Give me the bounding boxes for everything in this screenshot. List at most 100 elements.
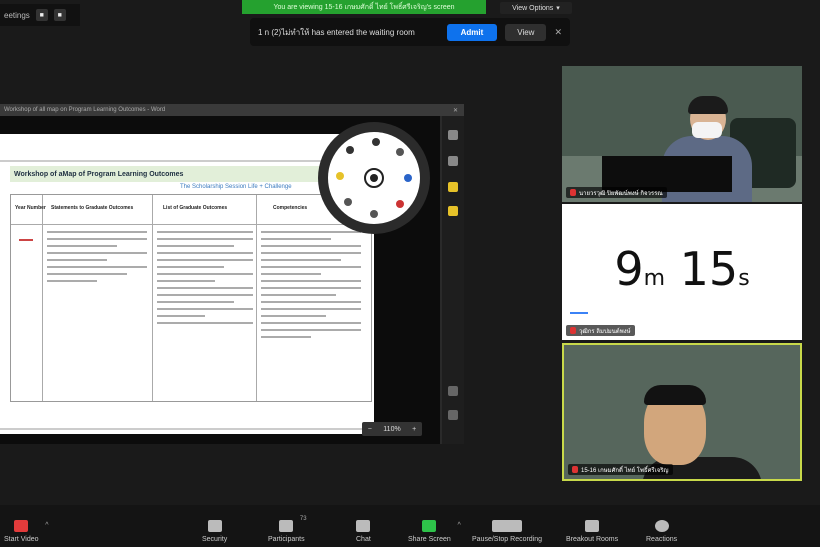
timer-seconds-unit: s [738,266,750,291]
window-close-icon: ✕ [452,107,458,114]
table-header-cell: Statements to Graduate Outcomes [51,205,134,211]
table-text-block [47,231,147,287]
security-label: Security [202,536,228,543]
table-header-cell: Year Number [15,205,46,211]
participants-button[interactable]: Participants 73 [268,516,307,543]
color-icon[interactable] [448,206,458,216]
chat-button[interactable]: Chat [356,520,371,543]
participant-name: นายวรวุฒิ ปิยพัฒน์พงษ์ กิจวรรณ [579,190,663,197]
chat-label: Chat [356,536,371,543]
timer-minutes-unit: m [643,266,666,291]
meeting-toolbar: Start Video ^ Security Participants 73 C… [0,505,820,547]
participant-hair [688,96,728,114]
participant-mask [692,122,722,138]
meeting-info-label: eetings [4,10,30,20]
participant-name: วุฒิกร ลิมปมนต์พงษ์ [579,328,631,335]
share-screen-label: Share Screen [408,536,451,543]
sticky-note-icon[interactable] [336,172,344,180]
share-screen-icon [422,520,437,532]
reaction-icon [654,520,669,532]
table-red-mark [19,239,33,241]
waiting-room-message: 1 n (2)ไม่ทำให้ has entered the waiting … [258,27,415,37]
view-button[interactable]: View [505,23,547,41]
share-screen-button[interactable]: Share Screen ^ [408,520,461,543]
shared-window-titlebar: Workshop of all map on Program Learning … [0,104,464,116]
color-icon[interactable] [404,174,412,182]
chat-icon [356,520,371,532]
waiting-room-notification: 1 n (2)ไม่ทำให้ has entered the waiting … [250,18,570,46]
video-camera-off-icon [14,520,29,532]
document-subheading: The Scholarship Session Life + Challenge [180,184,292,190]
countdown-timer: 9m 15s [562,242,802,296]
grid-icon[interactable]: ■ [35,9,48,21]
grid-icon [585,520,600,532]
pen-icon[interactable] [346,146,354,154]
participant-name: 15-16 เกษมศักดิ์ ไทย์ โพธิ์ศรีเจริญ [581,467,669,474]
zoom-level: 110% [383,425,401,433]
muted-mic-icon [570,327,576,334]
page-divider [0,428,374,430]
pause-recording-label: Pause/Stop Recording [472,536,543,543]
table-text-block [261,231,361,343]
zoom-out-icon[interactable]: − [368,426,372,433]
annotation-side-toolbar [442,116,464,444]
video-tile-active-speaker[interactable]: 15-16 เกษมศักดิ์ ไทย์ โพธิ์ศรีเจริญ [562,343,802,481]
participants-icon [279,520,294,532]
undo-icon[interactable] [448,386,458,396]
text-icon[interactable] [370,210,378,218]
annotation-radial-menu[interactable] [318,122,430,234]
table-header-cell: Competencies [273,205,308,211]
security-button[interactable]: Security [202,520,227,543]
screen-share-banner: You are viewing 15-16 เกษมศักดิ์ ไทย์ โพ… [242,0,486,14]
chevron-up-icon[interactable]: ^ [458,522,461,529]
timer-minutes: 9 [614,242,644,296]
screen-share-banner-text: You are viewing 15-16 เกษมศักดิ์ ไทย์ โพ… [273,3,455,11]
chevron-up-icon[interactable]: ^ [45,522,48,529]
start-video-label: Start Video [4,536,39,543]
radial-center-button[interactable] [364,168,384,188]
document-table: Year Number Statements to Graduate Outco… [10,194,372,402]
breakout-rooms-label: Breakout Rooms [566,536,619,543]
participants-count: 73 [299,516,307,522]
highlighter-icon[interactable] [448,156,458,166]
table-header-row: Year Number Statements to Graduate Outco… [11,195,371,225]
admit-button[interactable]: Admit [446,23,498,41]
table-header-cell: List of Graduate Outcomes [163,205,228,211]
participant-name-tag: 15-16 เกษมศักดิ์ ไทย์ โพธิ์ศรีเจริญ [568,464,673,475]
start-video-button[interactable]: Start Video ^ [4,520,49,543]
zoom-in-icon[interactable]: + [412,426,416,433]
chevron-down-icon: ▾ [556,5,560,12]
timer-progress-bar [570,312,588,314]
zoom-control[interactable]: − 110% + [362,422,422,436]
participants-label: Participants [268,536,305,543]
participant-name-tag: วุฒิกร ลิมปมนต์พงษ์ [566,325,635,336]
participant-hair [644,385,706,405]
table-text-block [157,231,253,329]
pen-icon[interactable] [448,130,458,140]
table-column [43,195,153,401]
pause-stop-icon [492,520,523,532]
color-icon[interactable] [448,182,458,192]
breakout-rooms-button[interactable]: Breakout Rooms [566,520,618,543]
video-tile[interactable]: นายวรวุฒิ ปิยพัฒน์พงษ์ กิจวรรณ [562,66,802,202]
shield-icon [207,520,222,532]
table-column [11,195,43,401]
reactions-button[interactable]: Reactions [646,520,677,543]
meeting-info-bar: eetings ■ ■ [0,4,80,26]
redo-icon[interactable] [448,410,458,420]
shared-window-title: Workshop of all map on Program Learning … [4,107,166,113]
fullscreen-icon[interactable]: ■ [53,9,66,21]
pause-recording-button[interactable]: Pause/Stop Recording [472,520,542,543]
view-options-label: View Options [512,4,554,12]
eraser-icon[interactable] [372,138,380,146]
close-icon[interactable]: ✕ [554,27,562,38]
timer-seconds: 15 [679,242,739,296]
shape-icon[interactable] [396,148,404,156]
muted-mic-icon [570,189,576,196]
reactions-label: Reactions [646,536,678,543]
laser-icon[interactable] [344,198,352,206]
video-tile[interactable]: 9m 15s วุฒิกร ลิมปมนต์พงษ์ [562,204,802,340]
participant-name-tag: นายวรวุฒิ ปิยพัฒน์พงษ์ กิจวรรณ [566,187,667,198]
view-options-button[interactable]: View Options ▾ [500,2,572,14]
highlighter-icon[interactable] [396,200,404,208]
